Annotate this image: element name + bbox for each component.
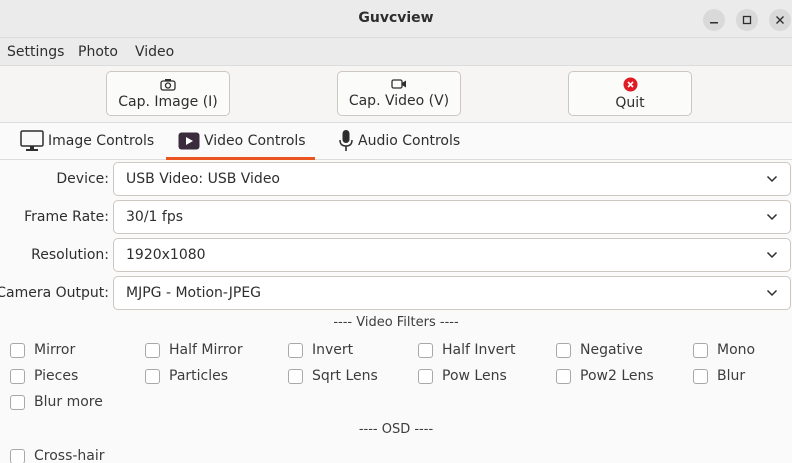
checkbox-box[interactable] bbox=[556, 368, 571, 384]
minimize-button[interactable] bbox=[703, 9, 725, 31]
resolution-value: 1920x1080 bbox=[126, 247, 206, 263]
quit-icon bbox=[623, 77, 637, 91]
checkbox-pow-lens[interactable]: Pow Lens bbox=[418, 367, 507, 385]
checkbox-box[interactable] bbox=[145, 342, 160, 358]
menu-photo[interactable]: Photo bbox=[78, 44, 118, 60]
checkbox-label: Invert bbox=[312, 342, 354, 358]
tab-video-controls[interactable]: Video Controls bbox=[166, 123, 315, 160]
checkbox-label: Mirror bbox=[34, 342, 76, 358]
maximize-button[interactable] bbox=[736, 9, 758, 31]
checkbox-box[interactable] bbox=[288, 342, 303, 358]
checkbox-label: Cross-hair bbox=[34, 448, 105, 463]
checkbox-label: Particles bbox=[169, 368, 229, 384]
frame-rate-row: Frame Rate: 30/1 fps bbox=[0, 200, 792, 234]
camera-icon bbox=[160, 78, 176, 91]
frame-rate-value: 30/1 fps bbox=[126, 209, 183, 225]
tab-audio-controls[interactable]: Audio Controls bbox=[338, 123, 460, 159]
checkbox-particles[interactable]: Particles bbox=[145, 367, 228, 385]
checkbox-cross-hair[interactable]: Cross-hair bbox=[10, 447, 105, 463]
capture-video-button[interactable]: Cap. Video (V) bbox=[337, 71, 461, 116]
checkbox-mono[interactable]: Mono bbox=[693, 341, 755, 359]
checkbox-label: Pow Lens bbox=[442, 368, 507, 384]
capture-video-label: Cap. Video (V) bbox=[348, 93, 450, 109]
checkbox-pow2-lens[interactable]: Pow2 Lens bbox=[556, 367, 654, 385]
tab-audio-controls-label: Audio Controls bbox=[358, 133, 461, 149]
camera-output-select[interactable]: MJPG - Motion-JPEG bbox=[113, 276, 791, 310]
checkbox-blur[interactable]: Blur bbox=[693, 367, 745, 385]
checkbox-label: Half Invert bbox=[442, 342, 516, 358]
checkbox-sqrt-lens[interactable]: Sqrt Lens bbox=[288, 367, 378, 385]
title-bar: Guvcview bbox=[0, 0, 792, 38]
checkbox-box[interactable] bbox=[10, 368, 25, 384]
frame-rate-label: Frame Rate: bbox=[24, 209, 109, 225]
device-select[interactable]: USB Video: USB Video bbox=[113, 162, 791, 196]
tab-bar: Image Controls Video Controls Audio Cont… bbox=[0, 123, 792, 160]
capture-image-button[interactable]: Cap. Image (I) bbox=[106, 71, 230, 116]
osd-heading: ---- OSD ---- bbox=[358, 422, 434, 437]
checkbox-label: Pieces bbox=[34, 368, 79, 384]
video-filters-heading: ---- Video Filters ---- bbox=[333, 315, 459, 330]
checkbox-box[interactable] bbox=[693, 368, 708, 384]
checkbox-label: Blur more bbox=[34, 394, 103, 410]
capture-image-label: Cap. Image (I) bbox=[118, 93, 218, 110]
resolution-row: Resolution: 1920x1080 bbox=[0, 238, 792, 272]
chevron-down-icon bbox=[766, 289, 778, 297]
video-camera-icon bbox=[391, 79, 406, 89]
frame-rate-select[interactable]: 30/1 fps bbox=[113, 200, 791, 234]
menu-video[interactable]: Video bbox=[135, 44, 174, 60]
microphone-icon bbox=[339, 130, 353, 151]
camera-output-value: MJPG - Motion-JPEG bbox=[126, 285, 262, 301]
checkbox-label: Negative bbox=[580, 342, 643, 358]
close-icon bbox=[776, 16, 784, 24]
tab-image-controls-label: Image Controls bbox=[48, 133, 155, 149]
checkbox-box[interactable] bbox=[10, 394, 25, 410]
checkbox-label: Half Mirror bbox=[169, 342, 243, 358]
checkbox-label: Blur bbox=[717, 368, 746, 384]
checkbox-box[interactable] bbox=[418, 342, 433, 358]
checkbox-box[interactable] bbox=[556, 342, 571, 358]
checkbox-invert[interactable]: Invert bbox=[288, 341, 353, 359]
menu-settings[interactable]: Settings bbox=[7, 44, 64, 60]
checkbox-box[interactable] bbox=[418, 368, 433, 384]
checkbox-box[interactable] bbox=[288, 368, 303, 384]
menu-bar: Settings Photo Video bbox=[0, 38, 792, 66]
checkbox-label: Mono bbox=[717, 342, 756, 358]
chevron-down-icon bbox=[766, 251, 778, 259]
chevron-down-icon bbox=[766, 175, 778, 183]
checkbox-box[interactable] bbox=[145, 368, 160, 384]
checkbox-box[interactable] bbox=[10, 342, 25, 358]
checkbox-box[interactable] bbox=[10, 448, 25, 463]
checkbox-label: Pow2 Lens bbox=[580, 368, 654, 384]
camera-output-row: Camera Output: MJPG - Motion-JPEG bbox=[0, 276, 792, 310]
checkbox-label: Sqrt Lens bbox=[312, 368, 378, 384]
monitor-icon bbox=[20, 130, 44, 151]
tab-image-controls[interactable]: Image Controls bbox=[20, 123, 154, 159]
device-row: Device: USB Video: USB Video bbox=[0, 162, 792, 196]
checkbox-box[interactable] bbox=[693, 342, 708, 358]
checkbox-half-mirror[interactable]: Half Mirror bbox=[145, 341, 243, 359]
checkbox-negative[interactable]: Negative bbox=[556, 341, 643, 359]
chevron-down-icon bbox=[766, 213, 778, 221]
checkbox-blur-more[interactable]: Blur more bbox=[10, 393, 103, 411]
window-title: Guvcview bbox=[358, 10, 434, 26]
checkbox-mirror[interactable]: Mirror bbox=[10, 341, 75, 359]
device-value: USB Video: USB Video bbox=[126, 171, 280, 187]
device-label: Device: bbox=[56, 171, 109, 187]
resolution-label: Resolution: bbox=[31, 247, 109, 263]
checkbox-half-invert[interactable]: Half Invert bbox=[418, 341, 516, 359]
quit-label: Quit bbox=[615, 94, 645, 111]
toolbar: Cap. Image (I) Cap. Video (V) Quit bbox=[0, 66, 792, 123]
checkbox-pieces[interactable]: Pieces bbox=[10, 367, 78, 385]
minimize-icon bbox=[710, 22, 718, 24]
tab-video-controls-label: Video Controls bbox=[204, 133, 306, 149]
resolution-select[interactable]: 1920x1080 bbox=[113, 238, 791, 272]
maximize-icon bbox=[742, 15, 752, 25]
camera-output-label: Camera Output: bbox=[0, 285, 109, 301]
quit-button[interactable]: Quit bbox=[568, 71, 692, 116]
close-button[interactable] bbox=[769, 9, 791, 31]
play-icon bbox=[178, 132, 200, 150]
